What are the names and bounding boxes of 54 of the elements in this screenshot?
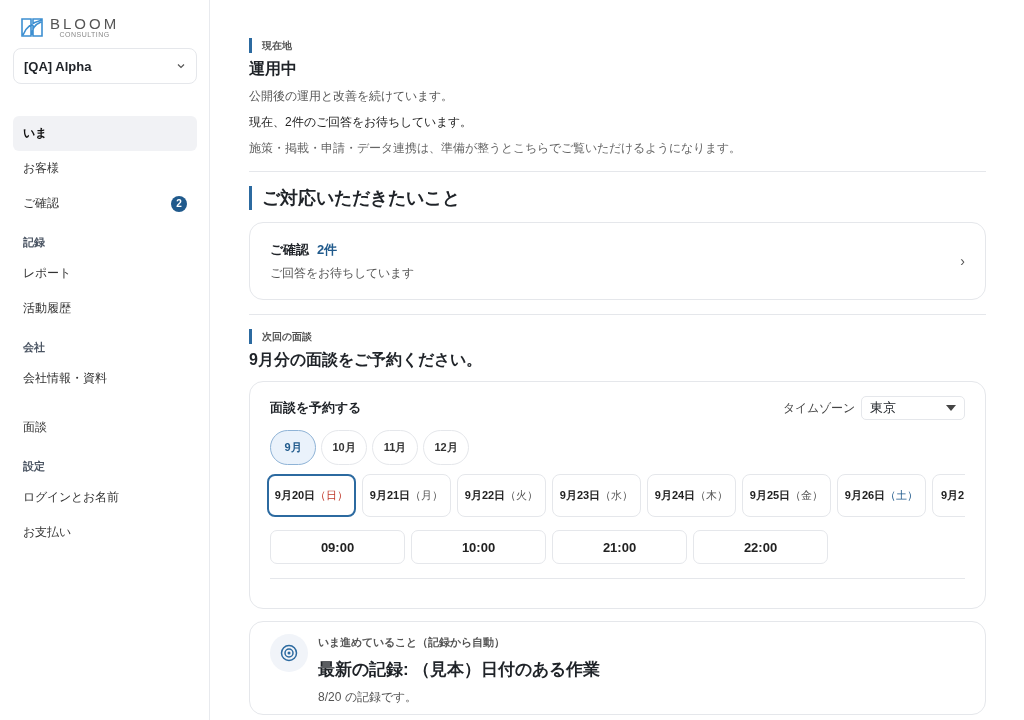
nav-item[interactable]: ご確認 2 bbox=[13, 186, 197, 221]
date-option[interactable]: 9月26日（土） bbox=[837, 474, 926, 517]
chevron-down-icon bbox=[176, 61, 186, 71]
date-option[interactable]: 9月23日（水） bbox=[552, 474, 641, 517]
card-title: ご確認 bbox=[270, 240, 309, 259]
month-tab[interactable]: 9月 bbox=[270, 430, 316, 465]
nav-section-heading: 設定 bbox=[22, 459, 46, 474]
nav-item[interactable]: お客様 bbox=[13, 151, 197, 186]
confirmation-card[interactable]: ご確認 2件 ご回答をお待ちしています › bbox=[249, 222, 986, 300]
nav-item[interactable]: レポート bbox=[13, 256, 197, 291]
date-option[interactable]: 9月25日（金） bbox=[742, 474, 831, 517]
status-text: 施策・掲載・申請・データ連携は、準備が整うとこちらでご覧いただけるようになります。 bbox=[249, 140, 742, 157]
date-option[interactable]: 9月24日（木） bbox=[647, 474, 736, 517]
month-tab[interactable]: 12月 bbox=[423, 430, 469, 465]
nav-item[interactable]: 活動履歴 bbox=[13, 291, 197, 326]
card-subtitle: ご回答をお待ちしています bbox=[270, 264, 414, 282]
month-tab[interactable]: 11月 bbox=[372, 430, 418, 465]
nav-item[interactable]: 会社情報・資料 bbox=[13, 361, 197, 396]
card-note: 8/20 の記録です。 bbox=[318, 689, 418, 706]
account-dropdown[interactable]: [QA] Alpha bbox=[13, 48, 197, 84]
section-label: 次回の面談 bbox=[249, 329, 986, 344]
status-text: 現在、2件のご回答をお待ちしています。 bbox=[249, 114, 473, 131]
nav-section-heading: 会社 bbox=[22, 340, 46, 355]
chevron-right-icon: › bbox=[960, 253, 965, 269]
timezone-label: タイムゾーン bbox=[783, 399, 855, 417]
month-tab[interactable]: 10月 bbox=[321, 430, 367, 465]
date-option[interactable]: 9月22日（火） bbox=[457, 474, 546, 517]
time-slot[interactable]: 22:00 bbox=[693, 530, 828, 564]
target-icon bbox=[270, 634, 308, 672]
nav-section-heading: 記録 bbox=[22, 235, 46, 250]
timezone-select[interactable]: 東京 bbox=[861, 396, 965, 420]
time-slot[interactable]: 09:00 bbox=[270, 530, 405, 564]
meeting-title: 9月分の面談をご予約ください。 bbox=[249, 350, 483, 370]
date-option[interactable]: 9月20日（日） bbox=[267, 474, 356, 517]
card-title: 最新の記録: （見本）日付のある作業 bbox=[318, 659, 601, 681]
nav-item[interactable]: お支払い bbox=[13, 515, 197, 550]
date-option[interactable]: 9月2 bbox=[932, 474, 965, 517]
nav-item[interactable]: いま bbox=[13, 116, 197, 151]
nav-item[interactable]: ログインとお名前 bbox=[13, 480, 197, 515]
section-label: 現在地 bbox=[249, 38, 986, 53]
card-label: いま進めていること（記録から自動） bbox=[318, 636, 506, 650]
count-badge: 2 bbox=[171, 195, 187, 212]
caret-icon bbox=[946, 405, 956, 411]
time-slot[interactable]: 21:00 bbox=[552, 530, 687, 564]
logo-name: BLOOM bbox=[50, 16, 120, 31]
card-title: 面談を予約する bbox=[270, 399, 361, 417]
nav-item[interactable]: 面談 bbox=[13, 410, 197, 445]
card-count: 2件 bbox=[317, 240, 338, 259]
date-option[interactable]: 9月21日（月） bbox=[362, 474, 451, 517]
logo-icon bbox=[20, 16, 44, 38]
status-text: 公開後の運用と改善を続けています。 bbox=[249, 88, 454, 105]
section-heading: ご対応いただきたいこと bbox=[249, 186, 986, 210]
status-title: 運用中 bbox=[249, 59, 298, 79]
time-slot[interactable]: 10:00 bbox=[411, 530, 546, 564]
